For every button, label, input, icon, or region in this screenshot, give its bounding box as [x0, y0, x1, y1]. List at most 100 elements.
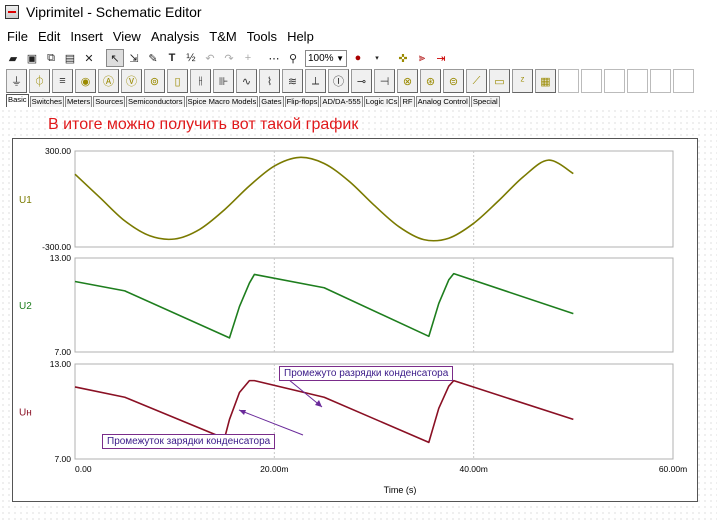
zoom-icon[interactable]: ⚲ [284, 49, 302, 67]
probe-icon[interactable]: ✜ [394, 49, 412, 67]
chip-icon[interactable]: ▦ [535, 69, 556, 93]
menu-insert[interactable]: Insert [65, 28, 108, 45]
tab-gates[interactable]: Gates [259, 96, 284, 107]
tab-logic-ics[interactable]: Logic ICs [363, 96, 400, 107]
led-icon[interactable]: ⟋ [466, 69, 487, 93]
panel-frame [74, 150, 674, 248]
y-tick-label: 7.00 [54, 347, 71, 357]
tab-sources[interactable]: Sources [93, 96, 126, 107]
led-icon[interactable]: ⊣ [374, 69, 395, 93]
menu-tm[interactable]: T&M [204, 28, 241, 45]
capacitor-source-icon[interactable]: ⏀ [29, 69, 50, 93]
series-line-U1 [74, 156, 574, 242]
menu-view[interactable]: View [108, 28, 146, 45]
toolbar-separator [258, 49, 264, 67]
chevron-down-icon: ▼ [336, 53, 344, 63]
resistor-icon[interactable]: ▯ [167, 69, 188, 93]
x-tick-label: 20.00m [260, 464, 288, 474]
tab-semiconductors[interactable]: Semiconductors [126, 96, 185, 107]
relay-icon[interactable]: ≋ [282, 69, 303, 93]
toolbar-separator [387, 49, 393, 67]
undo-icon[interactable]: ↶ [201, 49, 219, 67]
menu-analysis[interactable]: Analysis [146, 28, 204, 45]
annotation-charge: Промежуток зарядки конденсатора [102, 434, 276, 449]
empty-slot [581, 69, 602, 93]
menu-file[interactable]: File [2, 28, 33, 45]
series-line-U2 [74, 272, 574, 339]
paste-icon[interactable]: ▤ [61, 49, 79, 67]
series-label: U1 [19, 195, 32, 206]
meter-icon[interactable]: Ⓘ [328, 69, 349, 93]
tab-basic[interactable]: Basic [6, 94, 29, 107]
pointer-icon[interactable]: ↖ [106, 49, 124, 67]
tab-spice-macro-models[interactable]: Spice Macro Models [185, 96, 259, 107]
pencil-icon[interactable]: ✎ [144, 49, 162, 67]
inductor-icon[interactable]: ⊪ [213, 69, 234, 93]
menu-tools[interactable]: Tools [242, 28, 282, 45]
save-icon[interactable]: ▣ [23, 49, 41, 67]
tab-meters[interactable]: Meters [64, 96, 93, 107]
zoom-select[interactable]: 100% ▼ [305, 49, 347, 67]
x-axis-label: Time (s) [384, 485, 417, 495]
copy-icon[interactable]: ⧉ [42, 49, 60, 67]
fraction-icon[interactable]: ½ [182, 49, 200, 67]
ac-source-icon[interactable]: ● [349, 49, 367, 67]
zoom-value: 100% [308, 52, 334, 64]
series-label: Uн [19, 408, 32, 419]
tab-special[interactable]: Special [470, 96, 500, 107]
app-window: Viprimitel - Schematic Editor File Edit … [0, 0, 717, 520]
probe-icon[interactable]: ⊚ [144, 69, 165, 93]
tab-ad-da-555[interactable]: AD/DA-555 [320, 96, 363, 107]
chip-icon[interactable]: ⊜ [443, 69, 464, 93]
caption-text: В итоге можно получить вот такой график [48, 116, 359, 133]
redo-icon[interactable]: ↷ [220, 49, 238, 67]
resistor-icon[interactable]: ᶻ [512, 69, 533, 93]
coil-icon[interactable]: ∿ [236, 69, 257, 93]
empty-slot [627, 69, 648, 93]
capacitor-icon[interactable]: ⫲ [190, 69, 211, 93]
switch-icon[interactable]: ⟂ [305, 69, 326, 93]
grid-icon[interactable]: ⋯ [265, 49, 283, 67]
chevron-down-icon[interactable]: ▾ [368, 49, 386, 67]
y-tick-label: 300.00 [45, 146, 71, 156]
ammeter-icon[interactable]: Ⓐ [98, 69, 119, 93]
fuse-icon[interactable]: ⊗ [397, 69, 418, 93]
arrow-head-icon [239, 410, 246, 415]
analysis-icon[interactable]: ⫸ [413, 49, 431, 67]
delete-icon[interactable]: ✕ [80, 49, 98, 67]
wire-icon[interactable]: ⇲ [125, 49, 143, 67]
transformer-icon[interactable]: ⌇ [259, 69, 280, 93]
tab-flip-flops[interactable]: Flip-flops [284, 96, 320, 107]
fuse-icon[interactable]: ▭ [489, 69, 510, 93]
tab-switches[interactable]: Switches [29, 96, 64, 107]
lamp-icon[interactable]: ◉ [75, 69, 96, 93]
empty-slot [604, 69, 625, 93]
y-tick-label: 13.00 [50, 359, 72, 369]
menu-bar: File Edit Insert View Analysis T&M Tools… [0, 26, 717, 46]
diode-icon[interactable]: ⊸ [351, 69, 372, 93]
menu-help[interactable]: Help [282, 28, 319, 45]
text-icon[interactable]: T [163, 49, 181, 67]
cross-icon[interactable]: + [239, 49, 257, 67]
window-title: Viprimitel - Schematic Editor [26, 4, 202, 20]
empty-slot [650, 69, 671, 93]
component-tabs: Basic Switches Meters Sources Semiconduc… [6, 94, 501, 107]
panel-frame [74, 257, 674, 353]
tab-analog-control[interactable]: Analog Control [415, 96, 470, 107]
toolbar-separator [99, 49, 105, 67]
menu-edit[interactable]: Edit [33, 28, 65, 45]
battery-icon[interactable]: ≡ [52, 69, 73, 93]
y-tick-label: 13.00 [50, 253, 72, 263]
series-label: U2 [19, 301, 32, 312]
voltmeter-icon[interactable]: Ⓥ [121, 69, 142, 93]
tab-rf[interactable]: RF [400, 96, 415, 107]
main-toolbar: ▰ ▣ ⧉ ▤ ✕ ↖ ⇲ ✎ T ½ ↶ ↷ + ⋯ ⚲ 100% ▼ ● ▾… [4, 47, 451, 69]
ground-icon[interactable]: ⏚ [6, 69, 27, 93]
run-icon[interactable]: ⇥ [432, 49, 450, 67]
transistor-icon[interactable]: ⊛ [420, 69, 441, 93]
x-tick-label: 0.00 [75, 464, 92, 474]
y-tick-label: -300.00 [42, 242, 71, 252]
arrow-head-icon [315, 400, 322, 407]
annotation-arrow [238, 409, 304, 436]
open-icon[interactable]: ▰ [4, 49, 22, 67]
